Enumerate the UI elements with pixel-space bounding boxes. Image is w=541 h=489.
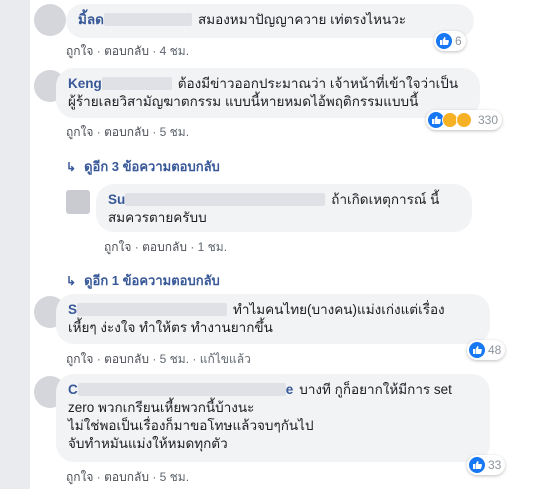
reply-link[interactable]: ตอบกลับ xyxy=(104,44,149,58)
thumbs-up-icon xyxy=(436,33,452,49)
comment-bubble: Keng ต้องมีข่าวออกประมาณว่า เจ้าหน้าที่เข… xyxy=(56,68,480,118)
comment-text: เหี้ยๆ ง่ะงใจ ทำให้ตร ทำงานยากขึ้น xyxy=(68,320,273,335)
comment-text: บางที กูก็อยากให้มีการ set xyxy=(299,382,452,397)
reaction-count[interactable]: 330 xyxy=(426,110,503,130)
reaction-count[interactable]: 48 xyxy=(467,340,506,360)
comment-bubble: S ทำไมคนไทย(บางคน)แม่งเก่งแต่เรื่อง เหี้ย… xyxy=(56,294,490,344)
comment-actions: ถูกใจ · ตอบกลับ · 4 ชม. xyxy=(66,42,189,61)
redacted-name xyxy=(103,13,192,26)
reply-link[interactable]: ตอบกลับ xyxy=(104,352,149,366)
redacted-name xyxy=(101,77,172,90)
reply-bubble: Su ถ้าเกิดเหตุการณ์ นี้ สมควรตายครับบ xyxy=(96,184,472,232)
comment-actions: ถูกใจ · ตอบกลับ · 5 ชม. xyxy=(66,468,189,487)
comment-actions: ถูกใจ · ตอบกลับ · 5 ชม. · แก้ไขแล้ว xyxy=(66,350,251,369)
comment-actions: ถูกใจ · ตอบกลับ · 1 ชม. xyxy=(104,238,227,257)
comment-text: ไม่ใช่พอเป็นเรื่องก็มาขอโทษแล้วจบๆกันไป xyxy=(68,418,314,433)
like-link[interactable]: ถูกใจ xyxy=(66,352,93,366)
like-link[interactable]: ถูกใจ xyxy=(104,240,131,254)
timestamp[interactable]: 5 ชม. xyxy=(160,125,189,139)
separator: · xyxy=(96,352,101,366)
separator: · xyxy=(134,240,139,254)
reply-link[interactable]: ตอบกลับ xyxy=(104,470,149,484)
separator: · xyxy=(152,125,157,139)
comment-text: จับทำหมันแม่งให้หมดทุกตัว xyxy=(68,436,228,451)
thumbs-up-icon xyxy=(469,457,485,473)
like-link[interactable]: ถูกใจ xyxy=(66,125,93,139)
comment-bubble: มิ้ลด สมองหมาปัญญาควาย เท่ตรงไหนวะ xyxy=(66,4,474,38)
separator: · xyxy=(152,470,157,484)
comment-author-end: e xyxy=(285,382,294,397)
redacted-name xyxy=(77,303,228,316)
separator: · xyxy=(96,125,101,139)
timestamp[interactable]: 4 ชม. xyxy=(160,44,189,58)
reaction-number: 48 xyxy=(488,343,502,357)
separator: · xyxy=(190,240,195,254)
comment-author[interactable]: มิ้ลด xyxy=(78,12,104,27)
reaction-number: 33 xyxy=(488,458,502,472)
timestamp[interactable]: 5 ชม. xyxy=(160,470,189,484)
wow-icon xyxy=(456,112,472,128)
timestamp[interactable]: 1 ชม. xyxy=(198,240,227,254)
view-more-label: ดูอีก 1 ข้อความตอบกลับ xyxy=(84,273,220,288)
comment-text: สมองหมาปัญญาควาย เท่ตรงไหนวะ xyxy=(197,12,407,27)
comment-text: สมควรตายครับบ xyxy=(108,210,207,225)
comment-text: ทำไมคนไทย(บางคน)แม่งเก่งแต่เรื่อง xyxy=(233,302,445,317)
thumbs-up-icon xyxy=(469,342,485,358)
comment-author[interactable]: Su xyxy=(108,192,125,207)
reply-arrow-icon: ↳ xyxy=(66,273,77,288)
separator: · xyxy=(96,44,101,58)
separator: · xyxy=(152,44,157,58)
comment-text: ต้องมีข่าวออกประมาณว่า เจ้าหน้าที่เข้าใจ… xyxy=(177,76,459,91)
reply-link[interactable]: ตอบกลับ xyxy=(104,125,149,139)
reply-link[interactable]: ตอบกลับ xyxy=(142,240,187,254)
avatar[interactable] xyxy=(34,4,66,36)
left-margin xyxy=(0,0,30,489)
reaction-count[interactable]: 33 xyxy=(467,455,506,475)
redacted-name xyxy=(125,193,326,206)
like-link[interactable]: ถูกใจ xyxy=(66,470,93,484)
separator: · xyxy=(96,470,101,484)
separator: · xyxy=(192,352,197,366)
edited-label[interactable]: แก้ไขแล้ว xyxy=(200,352,251,366)
redacted-name xyxy=(77,383,286,396)
comment-author[interactable]: S xyxy=(68,302,77,317)
comment-text: ถ้าเกิดเหตุการณ์ นี้ xyxy=(331,192,440,207)
avatar[interactable] xyxy=(66,190,90,214)
comment-text: zero พวกเกรียนเหี้ยพวกนี้บ้างนะ xyxy=(68,400,255,415)
view-more-replies[interactable]: ↳ ดูอีก 1 ข้อความตอบกลับ xyxy=(66,270,220,291)
comment-actions: ถูกใจ · ตอบกลับ · 5 ชม. xyxy=(66,123,189,142)
view-more-replies[interactable]: ↳ ดูอีก 3 ข้อความตอบกลับ xyxy=(66,156,220,177)
reaction-count[interactable]: 6 xyxy=(434,31,466,51)
reaction-number: 6 xyxy=(455,34,462,48)
comment-text: ผู้ร้ายเลยวิสามัญฆาตกรรม แบบนี้หายหมดไอ้… xyxy=(68,94,419,109)
comment-author[interactable]: C xyxy=(68,382,78,397)
comment-bubble: Ce บางที กูก็อยากให้มีการ set zero พวกเกร… xyxy=(56,374,490,462)
timestamp[interactable]: 5 ชม. xyxy=(160,352,189,366)
separator: · xyxy=(152,352,157,366)
reaction-number: 330 xyxy=(478,113,499,127)
like-link[interactable]: ถูกใจ xyxy=(66,44,93,58)
comment-author[interactable]: Keng xyxy=(68,76,102,91)
reply-arrow-icon: ↳ xyxy=(66,159,77,174)
view-more-label: ดูอีก 3 ข้อความตอบกลับ xyxy=(84,159,220,174)
